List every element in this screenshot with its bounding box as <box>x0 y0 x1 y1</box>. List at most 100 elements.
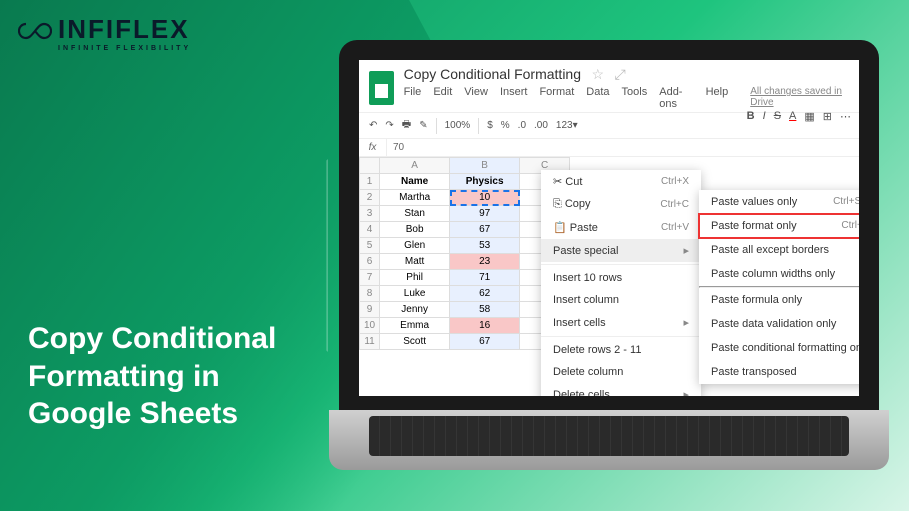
row-3[interactable]: 3 <box>360 206 380 222</box>
col-b[interactable]: B <box>450 158 520 174</box>
title-bar: Copy Conditional Formatting ☆ ⤢ File Edi… <box>359 60 859 113</box>
brand-name: INFIFLEX <box>58 14 190 44</box>
ctx-delete-rows[interactable]: Delete rows 2 - 11 <box>541 339 701 361</box>
headline-line-2: Formatting in <box>28 358 276 396</box>
right-toolbar: B I S A ▦ ⊞ ⋯ <box>747 110 851 123</box>
menu-help[interactable]: Help <box>706 86 729 110</box>
header-name[interactable]: Name <box>380 174 450 190</box>
cell-phys[interactable]: 58 <box>450 302 520 318</box>
menu-edit[interactable]: Edit <box>433 86 452 110</box>
percent-button[interactable]: % <box>501 120 510 131</box>
spreadsheet-grid[interactable]: A B C 1 Name Physics M 2Martha10 3Stan97… <box>359 157 570 350</box>
menu-bar: File Edit View Insert Format Data Tools … <box>404 86 849 110</box>
cell-name[interactable]: Phil <box>380 270 450 286</box>
ctx-cut[interactable]: ✂ CutCtrl+X <box>541 170 701 193</box>
ctx-delete-cells[interactable]: Delete cells▸ <box>541 383 701 396</box>
borders-button[interactable]: ⊞ <box>823 110 832 123</box>
cell-name[interactable]: Scott <box>380 334 450 350</box>
sub-paste-widths[interactable]: Paste column widths only <box>699 262 859 286</box>
more-button[interactable]: ⋯ <box>840 110 851 123</box>
row-11[interactable]: 11 <box>360 334 380 350</box>
row-1[interactable]: 1 <box>360 174 380 190</box>
sub-paste-transposed[interactable]: Paste transposed <box>699 360 859 384</box>
ctx-paste[interactable]: 📋 PasteCtrl+V <box>541 216 701 239</box>
sub-paste-conditional[interactable]: Paste conditional formatting only <box>699 336 859 360</box>
menu-tools[interactable]: Tools <box>622 86 648 110</box>
menu-file[interactable]: File <box>404 86 422 110</box>
fx-value[interactable]: 70 <box>387 139 410 156</box>
bold-button[interactable]: B <box>747 110 755 123</box>
cell-phys[interactable]: 67 <box>450 222 520 238</box>
cell-phys[interactable]: 53 <box>450 238 520 254</box>
redo-icon[interactable]: ↷ <box>385 120 393 131</box>
cell-name[interactable]: Matt <box>380 254 450 270</box>
cell-phys[interactable]: 62 <box>450 286 520 302</box>
currency-button[interactable]: $ <box>487 120 493 131</box>
menu-format[interactable]: Format <box>539 86 574 110</box>
dec-up-button[interactable]: .00 <box>534 120 548 131</box>
sub-paste-values[interactable]: Paste values onlyCtrl+Shift+V <box>699 190 859 214</box>
cell-name[interactable]: Emma <box>380 318 450 334</box>
zoom-select[interactable]: 100% <box>445 120 471 131</box>
undo-icon[interactable]: ↶ <box>369 120 377 131</box>
row-8[interactable]: 8 <box>360 286 380 302</box>
cell-name[interactable]: Luke <box>380 286 450 302</box>
ctx-insert-rows[interactable]: Insert 10 rows <box>541 267 701 289</box>
headline-line-1: Copy Conditional <box>28 320 276 358</box>
sub-paste-format[interactable]: Paste format onlyCtrl+Alt+V <box>699 214 859 238</box>
paste-icon: 📋 <box>553 222 570 234</box>
row-2[interactable]: 2 <box>360 190 380 206</box>
header-physics[interactable]: Physics <box>450 174 520 190</box>
print-icon[interactable]: 🖶 <box>402 117 411 134</box>
cell-name[interactable]: Glen <box>380 238 450 254</box>
cell-phys[interactable]: 67 <box>450 334 520 350</box>
ctx-delete-column[interactable]: Delete column <box>541 361 701 383</box>
cell-name[interactable]: Jenny <box>380 302 450 318</box>
context-menu: ✂ CutCtrl+X ⎘ CopyCtrl+C 📋 PasteCtrl+V P… <box>541 170 701 396</box>
menu-data[interactable]: Data <box>586 86 609 110</box>
row-5[interactable]: 5 <box>360 238 380 254</box>
sub-paste-data-validation[interactable]: Paste data validation only <box>699 312 859 336</box>
ctx-copy[interactable]: ⎘ CopyCtrl+C <box>541 193 701 216</box>
menu-view[interactable]: View <box>464 86 488 110</box>
row-4[interactable]: 4 <box>360 222 380 238</box>
sub-paste-borders[interactable]: Paste all except borders <box>699 238 859 262</box>
cell-phys[interactable]: 97 <box>450 206 520 222</box>
format-more-button[interactable]: 123▾ <box>556 120 578 131</box>
dec-down-button[interactable]: .0 <box>518 120 526 131</box>
row-7[interactable]: 7 <box>360 270 380 286</box>
cell-phys[interactable]: 23 <box>450 254 520 270</box>
ctx-insert-cells[interactable]: Insert cells▸ <box>541 311 701 334</box>
row-6[interactable]: 6 <box>360 254 380 270</box>
chevron-right-icon: ▸ <box>683 316 689 329</box>
row-10[interactable]: 10 <box>360 318 380 334</box>
cell-phys[interactable]: 71 <box>450 270 520 286</box>
fill-color-button[interactable]: ▦ <box>804 110 814 123</box>
sub-paste-formula[interactable]: Paste formula only <box>699 288 859 312</box>
move-icon[interactable]: ⤢ <box>614 66 625 82</box>
menu-addons[interactable]: Add-ons <box>659 86 693 110</box>
ctx-insert-column[interactable]: Insert column <box>541 289 701 311</box>
document-title[interactable]: Copy Conditional Formatting <box>404 66 581 82</box>
sheets-icon[interactable] <box>369 71 394 105</box>
menu-insert[interactable]: Insert <box>500 86 528 110</box>
page-headline: Copy Conditional Formatting in Google Sh… <box>28 320 276 433</box>
cell-phys[interactable]: 10 <box>450 190 520 206</box>
text-color-button[interactable]: A <box>789 110 796 123</box>
cell-name[interactable]: Bob <box>380 222 450 238</box>
chevron-right-icon: ▸ <box>683 388 689 396</box>
ctx-paste-special[interactable]: Paste special▸ <box>541 239 701 262</box>
strike-button[interactable]: S <box>774 110 781 123</box>
copy-icon: ⎘ <box>553 198 565 210</box>
cell-name[interactable]: Martha <box>380 190 450 206</box>
star-icon[interactable]: ☆ <box>591 66 604 82</box>
drive-status[interactable]: All changes saved in Drive <box>750 86 849 110</box>
cell-name[interactable]: Stan <box>380 206 450 222</box>
brand-tagline: INFINITE FLEXIBILITY <box>58 45 191 52</box>
paint-icon[interactable]: ✎ <box>419 120 427 131</box>
corner-cell[interactable] <box>360 158 380 174</box>
row-9[interactable]: 9 <box>360 302 380 318</box>
col-a[interactable]: A <box>380 158 450 174</box>
italic-button[interactable]: I <box>763 110 766 123</box>
cell-phys[interactable]: 16 <box>450 318 520 334</box>
